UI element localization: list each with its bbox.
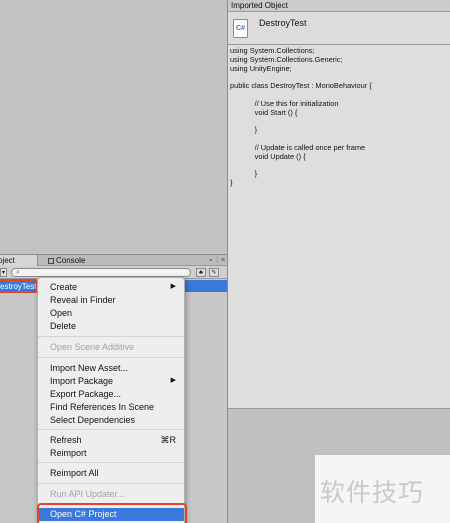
menu-item-run-api-updater: Run API Updater... bbox=[50, 488, 182, 500]
tab-console-label: Console bbox=[56, 256, 86, 265]
menu-item-reimport[interactable]: Reimport bbox=[50, 447, 182, 459]
menu-item-reimport-all[interactable]: Reimport All bbox=[50, 467, 182, 479]
menu-item-delete[interactable]: Delete bbox=[50, 320, 182, 332]
tab-console[interactable]: Console bbox=[44, 255, 94, 266]
menu-separator bbox=[38, 357, 184, 358]
submenu-arrow-icon: ▶ bbox=[170, 377, 176, 384]
code-line: void Start () { bbox=[230, 107, 298, 117]
tab-project[interactable]: oject bbox=[0, 255, 38, 266]
menu-item-label: Select Dependencies bbox=[50, 415, 136, 425]
menu-item-select-dependencies[interactable]: Select Dependencies bbox=[50, 414, 182, 426]
menu-item-label: Reveal in Finder bbox=[50, 295, 116, 305]
menu-item-import-package[interactable]: Import Package ▶ bbox=[50, 375, 182, 387]
project-tab-bar: oject Console ▪ ⋮≡ bbox=[0, 254, 227, 266]
menu-separator bbox=[38, 336, 184, 337]
menu-separator bbox=[38, 483, 184, 484]
menu-item-label: Run API Updater... bbox=[50, 489, 125, 499]
code-line: using UnityEngine; bbox=[230, 63, 292, 73]
filter-by-label-icon[interactable]: ✎ bbox=[209, 268, 219, 277]
menu-item-export-package[interactable]: Export Package... bbox=[50, 388, 182, 400]
code-line: } bbox=[230, 125, 258, 135]
panel-options-icon[interactable]: ▪ ⋮≡ bbox=[209, 256, 225, 264]
watermark-text: 软件技巧 bbox=[320, 478, 425, 507]
search-input[interactable]: ⌕ bbox=[11, 268, 191, 277]
code-line: public class DestroyTest : MonoBehaviour… bbox=[230, 81, 372, 91]
watermark: 软件技巧 bbox=[315, 455, 450, 523]
menu-item-find-references[interactable]: Find References In Scene bbox=[50, 401, 182, 413]
menu-item-label: Import New Asset... bbox=[50, 363, 129, 373]
menu-item-label: Reimport All bbox=[50, 468, 99, 478]
search-icon: ⌕ bbox=[16, 269, 20, 276]
highlight-box-menu-item bbox=[37, 503, 187, 523]
menu-item-label: Reimport bbox=[50, 448, 87, 458]
code-line: } bbox=[230, 169, 258, 179]
menu-item-label: Open Scene Additive bbox=[50, 342, 135, 352]
inspector-header-label: Imported Object bbox=[231, 1, 288, 10]
menu-item-label: Delete bbox=[50, 321, 77, 331]
menu-separator bbox=[38, 429, 184, 430]
menu-item-open[interactable]: Open bbox=[50, 307, 182, 319]
asset-name: DestroyTest bbox=[259, 18, 307, 28]
menu-item-label: Import Package bbox=[50, 376, 114, 386]
context-menu: Create ▶ Reveal in Finder Open Delete Ope… bbox=[37, 277, 185, 523]
menu-item-refresh[interactable]: Refresh ⌘R bbox=[50, 434, 182, 446]
menu-item-reveal-in-finder[interactable]: Reveal in Finder bbox=[50, 294, 182, 306]
menu-item-import-new-asset[interactable]: Import New Asset... bbox=[50, 362, 182, 374]
shortcut-label: ⌘R bbox=[160, 435, 177, 445]
menu-item-label: Refresh bbox=[50, 435, 82, 445]
menu-separator bbox=[38, 462, 184, 463]
submenu-arrow-icon: ▶ bbox=[170, 283, 176, 290]
code-line: } bbox=[230, 177, 233, 187]
code-preview: using System.Collections; using System.C… bbox=[228, 45, 450, 409]
menu-item-label: Create bbox=[50, 282, 78, 292]
menu-item-label: Export Package... bbox=[50, 389, 122, 399]
file-icon-text: C# bbox=[236, 25, 245, 32]
scene-view-area bbox=[0, 0, 227, 254]
inspector-asset-title: C# DestroyTest bbox=[228, 12, 450, 45]
menu-item-open-scene-additive: Open Scene Additive bbox=[50, 341, 182, 353]
console-icon bbox=[48, 258, 54, 264]
menu-item-label: Open bbox=[50, 308, 73, 318]
csharp-script-icon: C# bbox=[233, 19, 248, 38]
menu-item-create[interactable]: Create ▶ bbox=[50, 281, 182, 293]
filter-by-type-icon[interactable]: ♣ bbox=[196, 268, 206, 277]
code-line: void Update () { bbox=[230, 151, 306, 161]
create-dropdown-button[interactable]: ▾ bbox=[0, 268, 7, 277]
inspector-header: Imported Object bbox=[228, 0, 450, 12]
tab-project-label: oject bbox=[0, 256, 15, 265]
menu-item-label: Find References In Scene bbox=[50, 402, 155, 412]
highlight-box-asset bbox=[0, 279, 38, 293]
